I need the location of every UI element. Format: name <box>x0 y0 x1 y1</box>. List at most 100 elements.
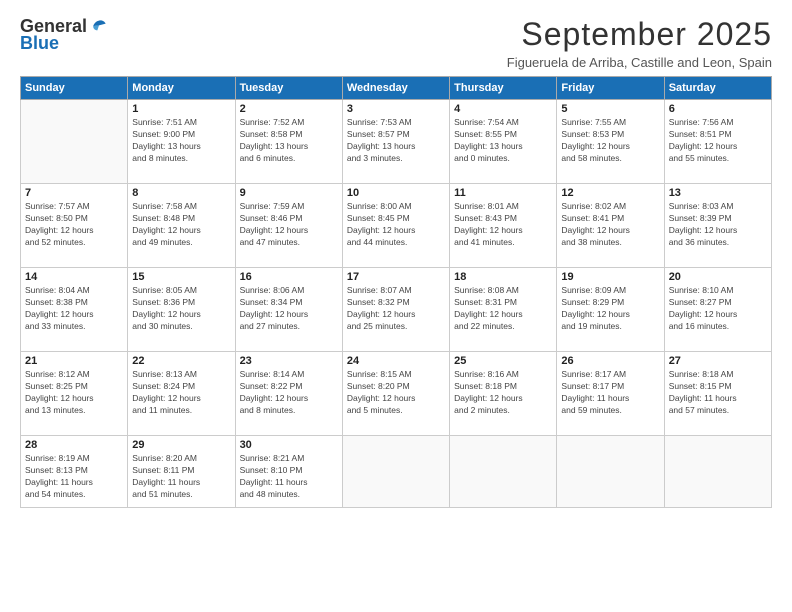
calendar-cell: 8 Sunrise: 7:58 AM Sunset: 8:48 PM Daylig… <box>128 184 235 268</box>
day-info: Sunrise: 7:53 AM Sunset: 8:57 PM Dayligh… <box>347 117 445 165</box>
day-number: 19 <box>561 271 659 283</box>
calendar-cell: 13 Sunrise: 8:03 AM Sunset: 8:39 PM Dayli… <box>664 184 771 268</box>
day-info: Sunrise: 7:52 AM Sunset: 8:58 PM Dayligh… <box>240 117 338 165</box>
day-info: Sunrise: 8:03 AM Sunset: 8:39 PM Dayligh… <box>669 201 767 249</box>
day-number: 2 <box>240 103 338 115</box>
day-number: 30 <box>240 439 338 451</box>
calendar-cell: 29Sunrise: 8:20 AM Sunset: 8:11 PM Dayli… <box>128 436 235 508</box>
day-info: Sunrise: 7:59 AM Sunset: 8:46 PM Dayligh… <box>240 201 338 249</box>
calendar-cell: 4 Sunrise: 7:54 AM Sunset: 8:55 PM Daylig… <box>450 100 557 184</box>
day-info: Sunrise: 7:51 AM Sunset: 9:00 PM Dayligh… <box>132 117 230 165</box>
day-info: Sunrise: 8:19 AM Sunset: 8:13 PM Dayligh… <box>25 453 123 501</box>
day-info: Sunrise: 8:00 AM Sunset: 8:45 PM Dayligh… <box>347 201 445 249</box>
col-header-sunday: Sunday <box>21 77 128 100</box>
calendar-cell: 25Sunrise: 8:16 AM Sunset: 8:18 PM Dayli… <box>450 352 557 436</box>
day-number: 21 <box>25 355 123 367</box>
day-number: 24 <box>347 355 445 367</box>
day-number: 9 <box>240 187 338 199</box>
calendar-cell: 7 Sunrise: 7:57 AM Sunset: 8:50 PM Daylig… <box>21 184 128 268</box>
day-number: 7 <box>25 187 123 199</box>
calendar-cell: 18Sunrise: 8:08 AM Sunset: 8:31 PM Dayli… <box>450 268 557 352</box>
col-header-friday: Friday <box>557 77 664 100</box>
day-number: 23 <box>240 355 338 367</box>
day-info: Sunrise: 8:05 AM Sunset: 8:36 PM Dayligh… <box>132 285 230 333</box>
day-number: 3 <box>347 103 445 115</box>
day-info: Sunrise: 7:55 AM Sunset: 8:53 PM Dayligh… <box>561 117 659 165</box>
page: General Blue September 2025 Figueruela d… <box>0 0 792 612</box>
day-info: Sunrise: 7:57 AM Sunset: 8:50 PM Dayligh… <box>25 201 123 249</box>
day-number: 12 <box>561 187 659 199</box>
calendar-cell: 11 Sunrise: 8:01 AM Sunset: 8:43 PM Dayli… <box>450 184 557 268</box>
calendar-cell: 21 Sunrise: 8:12 AM Sunset: 8:25 PM Dayli… <box>21 352 128 436</box>
calendar-cell <box>342 436 449 508</box>
day-info: Sunrise: 7:58 AM Sunset: 8:48 PM Dayligh… <box>132 201 230 249</box>
calendar-cell: 23Sunrise: 8:14 AM Sunset: 8:22 PM Dayli… <box>235 352 342 436</box>
day-number: 14 <box>25 271 123 283</box>
day-info: Sunrise: 8:13 AM Sunset: 8:24 PM Dayligh… <box>132 369 230 417</box>
calendar-cell: 3 Sunrise: 7:53 AM Sunset: 8:57 PM Daylig… <box>342 100 449 184</box>
calendar-cell: 15 Sunrise: 8:05 AM Sunset: 8:36 PM Dayli… <box>128 268 235 352</box>
day-number: 26 <box>561 355 659 367</box>
day-number: 28 <box>25 439 123 451</box>
col-header-thursday: Thursday <box>450 77 557 100</box>
day-info: Sunrise: 8:17 AM Sunset: 8:17 PM Dayligh… <box>561 369 659 417</box>
day-number: 13 <box>669 187 767 199</box>
title-block: September 2025 Figueruela de Arriba, Cas… <box>507 16 772 70</box>
day-number: 8 <box>132 187 230 199</box>
col-header-monday: Monday <box>128 77 235 100</box>
calendar-cell <box>664 436 771 508</box>
calendar: SundayMondayTuesdayWednesdayThursdayFrid… <box>20 76 772 508</box>
day-info: Sunrise: 8:01 AM Sunset: 8:43 PM Dayligh… <box>454 201 552 249</box>
col-header-tuesday: Tuesday <box>235 77 342 100</box>
calendar-cell: 26 Sunrise: 8:17 AM Sunset: 8:17 PM Dayli… <box>557 352 664 436</box>
day-info: Sunrise: 7:54 AM Sunset: 8:55 PM Dayligh… <box>454 117 552 165</box>
logo-bird-icon <box>89 17 109 37</box>
day-info: Sunrise: 8:18 AM Sunset: 8:15 PM Dayligh… <box>669 369 767 417</box>
day-info: Sunrise: 8:07 AM Sunset: 8:32 PM Dayligh… <box>347 285 445 333</box>
calendar-cell: 2 Sunrise: 7:52 AM Sunset: 8:58 PM Daylig… <box>235 100 342 184</box>
calendar-cell: 20Sunrise: 8:10 AM Sunset: 8:27 PM Dayli… <box>664 268 771 352</box>
calendar-cell: 30 Sunrise: 8:21 AM Sunset: 8:10 PM Dayli… <box>235 436 342 508</box>
week-row-4: 21 Sunrise: 8:12 AM Sunset: 8:25 PM Dayli… <box>21 352 772 436</box>
day-number: 17 <box>347 271 445 283</box>
col-header-saturday: Saturday <box>664 77 771 100</box>
calendar-cell <box>557 436 664 508</box>
day-number: 1 <box>132 103 230 115</box>
logo: General Blue <box>20 16 109 54</box>
calendar-cell: 14 Sunrise: 8:04 AM Sunset: 8:38 PM Dayli… <box>21 268 128 352</box>
day-info: Sunrise: 8:16 AM Sunset: 8:18 PM Dayligh… <box>454 369 552 417</box>
calendar-cell <box>21 100 128 184</box>
subtitle: Figueruela de Arriba, Castille and Leon,… <box>507 55 772 70</box>
day-number: 5 <box>561 103 659 115</box>
day-info: Sunrise: 8:04 AM Sunset: 8:38 PM Dayligh… <box>25 285 123 333</box>
day-number: 15 <box>132 271 230 283</box>
calendar-cell: 6Sunrise: 7:56 AM Sunset: 8:51 PM Daylig… <box>664 100 771 184</box>
week-row-2: 7 Sunrise: 7:57 AM Sunset: 8:50 PM Daylig… <box>21 184 772 268</box>
calendar-cell: 24Sunrise: 8:15 AM Sunset: 8:20 PM Dayli… <box>342 352 449 436</box>
day-info: Sunrise: 8:12 AM Sunset: 8:25 PM Dayligh… <box>25 369 123 417</box>
calendar-cell: 5 Sunrise: 7:55 AM Sunset: 8:53 PM Daylig… <box>557 100 664 184</box>
logo-blue-text: Blue <box>20 33 59 54</box>
header: General Blue September 2025 Figueruela d… <box>20 16 772 70</box>
calendar-cell: 22Sunrise: 8:13 AM Sunset: 8:24 PM Dayli… <box>128 352 235 436</box>
week-row-5: 28 Sunrise: 8:19 AM Sunset: 8:13 PM Dayli… <box>21 436 772 508</box>
day-info: Sunrise: 8:21 AM Sunset: 8:10 PM Dayligh… <box>240 453 338 501</box>
day-info: Sunrise: 8:09 AM Sunset: 8:29 PM Dayligh… <box>561 285 659 333</box>
calendar-cell: 17 Sunrise: 8:07 AM Sunset: 8:32 PM Dayli… <box>342 268 449 352</box>
calendar-cell: 19 Sunrise: 8:09 AM Sunset: 8:29 PM Dayli… <box>557 268 664 352</box>
day-number: 11 <box>454 187 552 199</box>
header-row: SundayMondayTuesdayWednesdayThursdayFrid… <box>21 77 772 100</box>
calendar-cell: 28 Sunrise: 8:19 AM Sunset: 8:13 PM Dayli… <box>21 436 128 508</box>
calendar-cell: 27 Sunrise: 8:18 AM Sunset: 8:15 PM Dayli… <box>664 352 771 436</box>
day-number: 27 <box>669 355 767 367</box>
month-title: September 2025 <box>507 16 772 53</box>
week-row-3: 14 Sunrise: 8:04 AM Sunset: 8:38 PM Dayli… <box>21 268 772 352</box>
day-number: 18 <box>454 271 552 283</box>
day-number: 4 <box>454 103 552 115</box>
day-info: Sunrise: 8:10 AM Sunset: 8:27 PM Dayligh… <box>669 285 767 333</box>
day-info: Sunrise: 8:02 AM Sunset: 8:41 PM Dayligh… <box>561 201 659 249</box>
calendar-cell <box>450 436 557 508</box>
calendar-cell: 16Sunrise: 8:06 AM Sunset: 8:34 PM Dayli… <box>235 268 342 352</box>
calendar-cell: 9 Sunrise: 7:59 AM Sunset: 8:46 PM Daylig… <box>235 184 342 268</box>
day-info: Sunrise: 8:06 AM Sunset: 8:34 PM Dayligh… <box>240 285 338 333</box>
